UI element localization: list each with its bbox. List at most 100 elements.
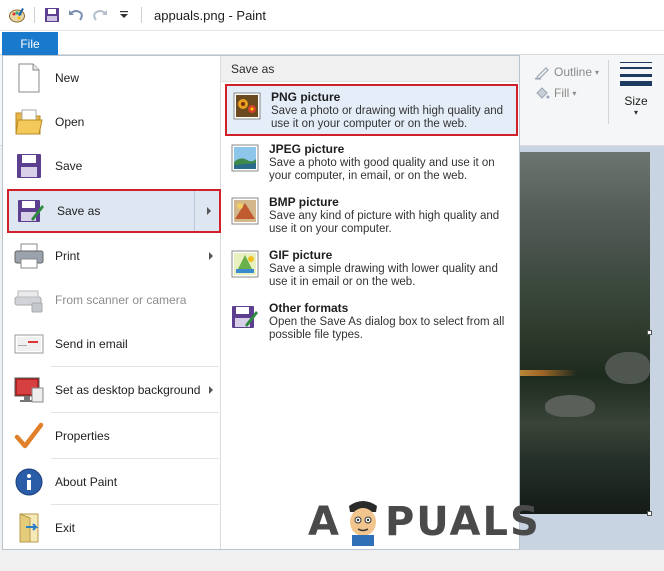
window-title: appuals.png - Paint bbox=[154, 7, 267, 23]
size-button[interactable]: Size ▾ bbox=[612, 60, 660, 126]
menu-item-save-as[interactable]: Save as bbox=[7, 189, 221, 233]
undo-icon[interactable] bbox=[67, 6, 85, 24]
bmp-picture-icon bbox=[231, 197, 259, 225]
save-as-submenu: Save as PNG picture Save a photo or draw… bbox=[221, 56, 519, 549]
menu-item-open[interactable]: Open bbox=[7, 100, 221, 144]
size-label: Size bbox=[624, 94, 648, 108]
save-as-jpeg-option[interactable]: JPEG picture Save a photo with good qual… bbox=[225, 138, 518, 190]
menu-item-properties[interactable]: Properties bbox=[7, 414, 221, 458]
separator bbox=[141, 7, 142, 23]
chevron-right-icon[interactable] bbox=[209, 386, 213, 394]
menu-item-set-desktop-background[interactable]: Set as desktop background bbox=[7, 368, 221, 412]
chevron-right-icon[interactable] bbox=[209, 252, 213, 260]
menu-item-new[interactable]: New bbox=[7, 56, 221, 100]
watermark-logo: A PUALS bbox=[308, 498, 541, 546]
exit-icon bbox=[13, 512, 45, 544]
ribbon-tabs bbox=[0, 31, 664, 55]
option-description: Save a photo or drawing with high qualit… bbox=[271, 105, 504, 130]
outline-icon bbox=[534, 64, 550, 80]
other-formats-icon bbox=[231, 303, 259, 331]
file-menu: New Open Save Save as Print From scanner… bbox=[2, 55, 520, 550]
option-description: Save any kind of picture with high quali… bbox=[269, 210, 500, 235]
save-as-icon bbox=[15, 195, 47, 227]
save-icon bbox=[13, 150, 45, 182]
menu-separator bbox=[51, 504, 219, 505]
submenu-split bbox=[194, 191, 195, 231]
gif-picture-icon bbox=[231, 250, 259, 278]
option-title: JPEG picture bbox=[269, 142, 345, 156]
fill-bucket-icon bbox=[534, 85, 550, 101]
menu-item-label: About Paint bbox=[55, 475, 118, 489]
email-icon bbox=[13, 328, 45, 360]
watermark-text-start: A bbox=[308, 499, 341, 545]
menu-item-label: Set as desktop background bbox=[55, 383, 201, 397]
menu-item-label: Exit bbox=[55, 521, 76, 535]
menu-separator bbox=[51, 366, 219, 367]
info-icon bbox=[13, 466, 45, 498]
png-picture-icon bbox=[233, 92, 261, 120]
customize-dropdown-icon[interactable] bbox=[115, 6, 133, 24]
option-title: BMP picture bbox=[269, 195, 339, 209]
menu-item-save[interactable]: Save bbox=[7, 144, 221, 188]
open-folder-icon bbox=[13, 106, 45, 138]
title-bar: appuals.png - Paint bbox=[0, 0, 664, 31]
size-lines-icon bbox=[620, 60, 652, 88]
watermark-text-end: PUALS bbox=[384, 499, 541, 545]
save-as-other-formats-option[interactable]: Other formats Open the Save As dialog bo… bbox=[225, 297, 518, 349]
paint-app-icon[interactable] bbox=[8, 6, 26, 24]
menu-item-send-email[interactable]: Send in email bbox=[7, 322, 221, 366]
menu-separator bbox=[51, 458, 219, 459]
save-icon[interactable] bbox=[43, 6, 61, 24]
resize-handle[interactable] bbox=[647, 511, 652, 516]
ribbon-divider bbox=[608, 60, 609, 124]
image-detail bbox=[545, 395, 595, 417]
status-bar bbox=[0, 550, 664, 571]
option-title: PNG picture bbox=[271, 90, 341, 104]
option-description: Save a photo with good quality and use i… bbox=[269, 157, 495, 182]
menu-item-from-scanner[interactable]: From scanner or camera bbox=[7, 278, 221, 322]
chevron-down-icon: ▾ bbox=[633, 108, 638, 117]
fill-button[interactable]: Fill ▾ bbox=[534, 85, 576, 101]
scanner-icon bbox=[13, 284, 45, 316]
tab-file[interactable]: File bbox=[2, 32, 58, 55]
resize-handle[interactable] bbox=[647, 330, 652, 335]
redo-icon[interactable] bbox=[91, 6, 109, 24]
option-description: Save a simple drawing with lower quality… bbox=[269, 263, 498, 288]
menu-item-label: Send in email bbox=[55, 337, 128, 351]
new-document-icon bbox=[13, 62, 45, 94]
chevron-down-icon: ▾ bbox=[572, 88, 577, 98]
menu-item-label: From scanner or camera bbox=[55, 293, 187, 307]
option-title: GIF picture bbox=[269, 248, 333, 262]
outline-button[interactable]: Outline ▾ bbox=[534, 64, 599, 80]
menu-item-label: New bbox=[55, 71, 80, 85]
checkmark-icon bbox=[13, 420, 45, 452]
save-as-gif-option[interactable]: GIF picture Save a simple drawing with l… bbox=[225, 244, 518, 296]
fill-label: Fill bbox=[554, 86, 570, 100]
canvas-image[interactable] bbox=[517, 152, 650, 514]
image-detail bbox=[517, 370, 577, 376]
printer-icon bbox=[13, 240, 45, 272]
save-as-bmp-option[interactable]: BMP picture Save any kind of picture wit… bbox=[225, 191, 518, 243]
outline-label: Outline bbox=[554, 65, 593, 79]
save-as-header: Save as bbox=[221, 56, 519, 82]
menu-item-about-paint[interactable]: About Paint bbox=[7, 460, 221, 504]
menu-item-label: Save bbox=[55, 159, 83, 173]
separator bbox=[34, 7, 35, 23]
chevron-down-icon: ▾ bbox=[595, 67, 600, 77]
menu-item-label: Open bbox=[55, 115, 85, 129]
option-description: Open the Save As dialog box to select fr… bbox=[269, 316, 505, 341]
jpeg-picture-icon bbox=[231, 144, 259, 172]
chevron-right-icon[interactable] bbox=[207, 207, 211, 215]
menu-item-label: Properties bbox=[55, 429, 110, 443]
option-title: Other formats bbox=[269, 301, 349, 315]
menu-separator bbox=[51, 412, 219, 413]
menu-item-label: Print bbox=[55, 249, 80, 263]
menu-item-label: Save as bbox=[57, 204, 101, 218]
file-menu-commands: New Open Save Save as Print From scanner… bbox=[3, 56, 221, 549]
desktop-background-icon bbox=[13, 374, 45, 406]
menu-item-exit[interactable]: Exit bbox=[7, 506, 221, 550]
save-as-png-option[interactable]: PNG picture Save a photo or drawing with… bbox=[225, 84, 518, 136]
menu-item-print[interactable]: Print bbox=[7, 234, 221, 278]
image-detail bbox=[605, 352, 650, 384]
mascot-icon bbox=[343, 498, 383, 546]
